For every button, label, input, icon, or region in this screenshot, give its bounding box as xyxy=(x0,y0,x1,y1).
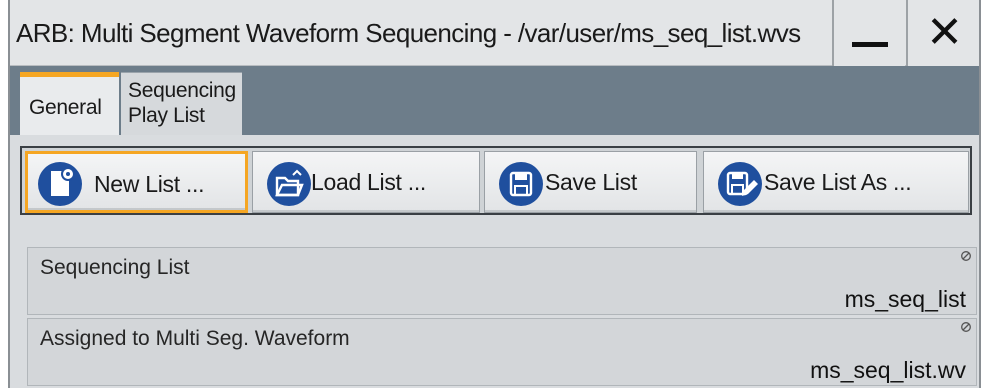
close-button[interactable]: ✕ xyxy=(906,0,979,66)
read-only-icon xyxy=(961,322,971,332)
tab-sequencing-play-list[interactable]: Sequencing Play List xyxy=(121,72,242,135)
load-list-button[interactable]: Load List ... xyxy=(252,151,480,213)
tab-label: Sequencing Play List xyxy=(128,79,236,127)
title-bar: ARB: Multi Segment Waveform Sequencing -… xyxy=(10,0,979,66)
list-actions-toolbar: New List ... Load List ... Save List Sav… xyxy=(20,146,972,215)
load-list-label: Load List ... xyxy=(311,169,427,195)
new-list-button[interactable]: New List ... xyxy=(25,151,248,213)
folder-open-icon xyxy=(267,162,311,206)
save-list-label: Save List xyxy=(545,169,637,195)
tab-bar: General Sequencing Play List xyxy=(10,66,979,135)
save-list-as-label: Save List As ... xyxy=(764,169,912,195)
save-list-as-button[interactable]: Save List As ... xyxy=(703,151,969,213)
save-list-button[interactable]: Save List xyxy=(484,151,697,213)
sequencing-list-value: ms_seq_list xyxy=(844,286,966,312)
new-list-icon xyxy=(38,162,82,206)
tab-label: General xyxy=(29,96,102,119)
minimize-icon xyxy=(852,42,888,47)
general-panel: New List ... Load List ... Save List Sav… xyxy=(10,135,979,388)
new-list-label: New List ... xyxy=(94,171,205,197)
sequencing-list-label: Sequencing List xyxy=(40,256,190,279)
save-as-icon xyxy=(718,162,762,206)
close-icon: ✕ xyxy=(926,8,963,57)
sequencing-list-field: Sequencing List ms_seq_list xyxy=(27,247,977,315)
save-icon xyxy=(499,162,543,206)
window-title: ARB: Multi Segment Waveform Sequencing -… xyxy=(16,18,801,48)
dialog-window: ARB: Multi Segment Waveform Sequencing -… xyxy=(8,0,981,388)
assigned-waveform-field: Assigned to Multi Seg. Waveform ms_seq_l… xyxy=(27,318,977,386)
assigned-waveform-label: Assigned to Multi Seg. Waveform xyxy=(40,327,350,350)
read-only-icon xyxy=(961,251,971,261)
minimize-button[interactable] xyxy=(832,0,905,66)
assigned-waveform-value: ms_seq_list.wv xyxy=(810,357,966,383)
tab-general[interactable]: General xyxy=(20,72,119,135)
